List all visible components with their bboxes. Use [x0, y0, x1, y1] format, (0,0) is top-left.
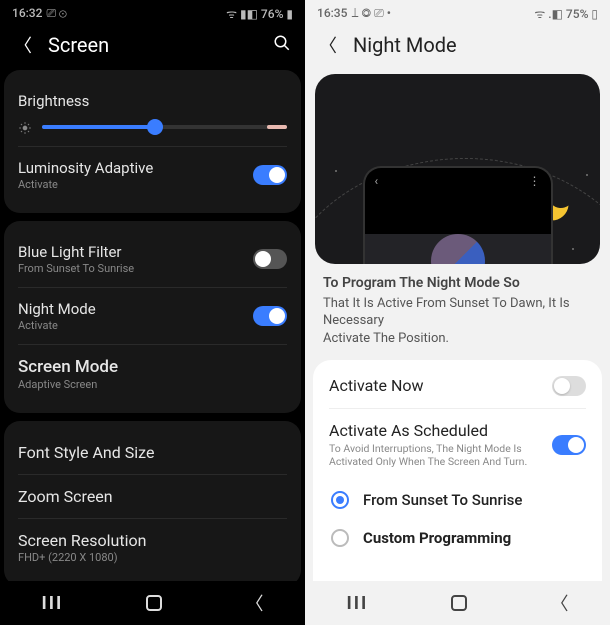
nightmode-row[interactable]: Night Mode Activate [18, 290, 287, 342]
info-text: To Program The Night Mode So That It Is … [305, 274, 610, 356]
info-title: To Program The Night Mode So [323, 274, 592, 293]
back-icon[interactable]: 〈 [14, 32, 32, 58]
activate-now-toggle[interactable] [552, 376, 586, 396]
resolution-label: Screen Resolution [18, 531, 287, 550]
luminosity-row[interactable]: Luminosity Adaptive Activate [18, 149, 287, 201]
radio-custom-row[interactable]: Custom Programming [313, 519, 602, 557]
radio-custom[interactable] [331, 529, 349, 547]
activate-now-row[interactable]: Activate Now [313, 364, 602, 408]
screenmode-row[interactable]: Screen Mode Adaptive Screen [18, 347, 287, 401]
slider-thumb[interactable] [147, 119, 163, 135]
status-notif-icons: ⟘ ◎ ⎚ • [351, 6, 390, 21]
nav-home[interactable] [146, 595, 162, 611]
status-bar: 16:32 ⎚ ⊙ ᯤ ▮◧ 76% ▮ [0, 0, 305, 26]
screenmode-sub: Adaptive Screen [18, 378, 287, 391]
radio-custom-label: Custom Programming [363, 529, 511, 547]
resolution-sub: FHD+ (2220 X 1080) [18, 551, 287, 564]
more-icon: ⋮ [529, 174, 541, 188]
resolution-row[interactable]: Screen Resolution FHD+ (2220 X 1080) [18, 521, 287, 574]
screenmode-label: Screen Mode [18, 357, 287, 377]
brightness-slider[interactable] [42, 125, 287, 129]
chevron-left-icon: ‹ [375, 174, 379, 188]
status-time: 16:32 [12, 6, 42, 20]
bluelight-row[interactable]: Blue Light Filter From Sunset To Sunrise [18, 233, 287, 285]
activate-now-label: Activate Now [329, 376, 424, 395]
page-title: Night Mode [353, 33, 596, 57]
search-icon[interactable] [273, 34, 291, 57]
nav-recents[interactable]: III [42, 593, 64, 614]
header: 〈 Screen [0, 26, 305, 70]
bluelight-label: Blue Light Filter [18, 243, 134, 261]
status-notif-icons: ⎚ ⊙ [46, 6, 66, 21]
status-battery: ᯤ ▮◧ 76% ▮ [226, 5, 293, 22]
bluelight-toggle[interactable] [253, 249, 287, 269]
header: 〈 Night Mode [305, 26, 610, 70]
zoom-row[interactable]: Zoom Screen [18, 477, 287, 516]
luminosity-sub: Activate [18, 178, 153, 191]
scheduled-row[interactable]: Activate As Scheduled To Avoid Interrupt… [313, 409, 602, 481]
nav-recents[interactable]: III [347, 593, 369, 614]
luminosity-toggle[interactable] [253, 165, 287, 185]
scheduled-toggle[interactable] [552, 435, 586, 455]
status-time: 16:35 [317, 6, 347, 20]
page-title: Screen [48, 33, 257, 57]
brightness-label: Brightness [18, 92, 287, 110]
bluelight-sub: From Sunset To Sunrise [18, 262, 134, 275]
nav-back[interactable]: 〈 [245, 590, 263, 616]
back-icon[interactable]: 〈 [319, 32, 337, 58]
status-bar: 16:35 ⟘ ◎ ⎚ • ᯤ .◧ 75% ▯ [305, 0, 610, 26]
luminosity-label: Luminosity Adaptive [18, 159, 153, 177]
nav-home[interactable] [451, 595, 467, 611]
brightness-row: Brightness [18, 82, 287, 144]
sun-icon [18, 120, 32, 134]
info-line2: Activate The Position. [323, 331, 449, 346]
night-illustration: ‹⋮ [315, 74, 600, 264]
radio-sunset-label: From Sunset To Sunrise [363, 491, 522, 509]
nightmode-label: Night Mode [18, 300, 96, 318]
scheduled-label: Activate As Scheduled [329, 421, 529, 440]
navigation-bar: III 〈 [0, 581, 305, 625]
navigation-bar: III 〈 [305, 581, 610, 625]
scheduled-sub: To Avoid Interruptions, The Night Mode I… [329, 442, 529, 469]
nightmode-toggle[interactable] [253, 306, 287, 326]
font-label: Font Style And Size [18, 443, 287, 462]
nav-back[interactable]: 〈 [550, 590, 568, 616]
status-battery: ᯤ .◧ 75% ▯ [534, 5, 598, 22]
font-row[interactable]: Font Style And Size [18, 433, 287, 472]
zoom-label: Zoom Screen [18, 487, 287, 506]
info-line1: That It Is Active From Sunset To Dawn, I… [323, 296, 570, 329]
radio-sunset[interactable] [331, 491, 349, 509]
radio-sunset-row[interactable]: From Sunset To Sunrise [313, 481, 602, 519]
mini-phone-preview: ‹⋮ [363, 166, 553, 264]
nightmode-sub: Activate [18, 319, 96, 332]
